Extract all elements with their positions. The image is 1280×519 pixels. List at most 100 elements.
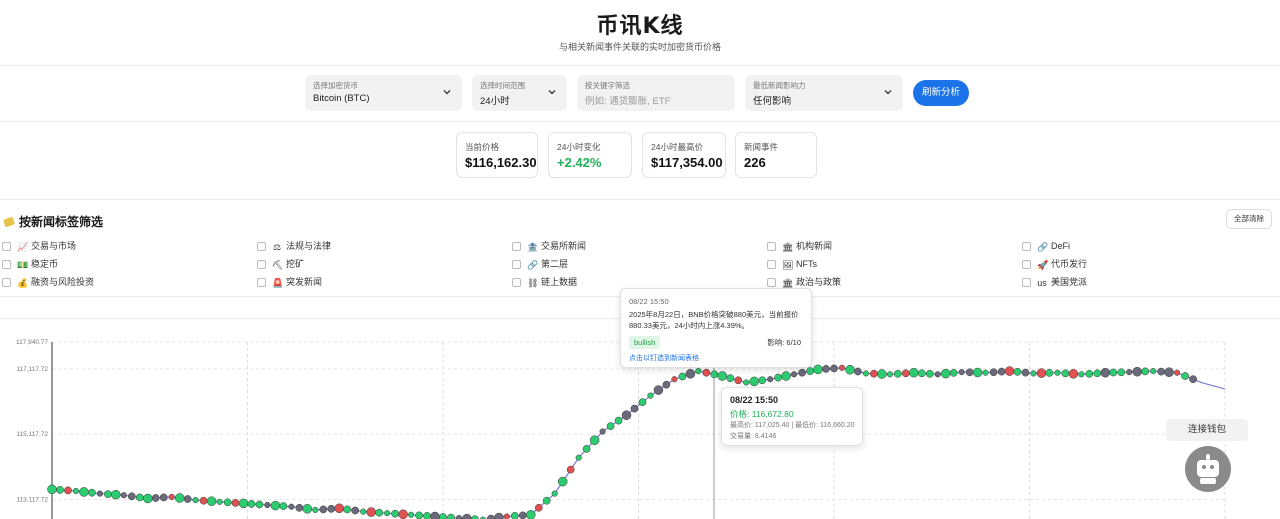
news-event-marker[interactable]	[159, 493, 168, 502]
news-event-marker[interactable]	[56, 486, 64, 494]
news-event-marker[interactable]	[366, 507, 376, 517]
news-event-marker[interactable]	[79, 487, 89, 497]
news-event-marker[interactable]	[630, 404, 639, 413]
news-event-marker[interactable]	[695, 368, 702, 375]
news-event-marker[interactable]	[104, 490, 112, 498]
news-event-marker[interactable]	[1004, 366, 1015, 376]
assistant-robot-button[interactable]	[1185, 446, 1231, 492]
news-event-marker[interactable]	[621, 410, 632, 420]
news-event-marker[interactable]	[989, 368, 998, 377]
news-event-marker[interactable]	[958, 369, 965, 376]
news-event-marker[interactable]	[925, 369, 934, 378]
news-event-marker[interactable]	[462, 513, 472, 519]
news-event-marker[interactable]	[1150, 368, 1157, 375]
news-event-marker[interactable]	[183, 495, 192, 503]
tag-checkbox[interactable]: 🏦 交易所新闻	[512, 239, 586, 253]
news-event-marker[interactable]	[734, 376, 743, 385]
tag-checkbox[interactable]: ⚖ 法规与法律	[257, 239, 331, 253]
news-event-marker[interactable]	[151, 494, 160, 502]
tag-checkbox[interactable]: 🚨 突发新闻	[257, 275, 322, 289]
news-event-marker[interactable]	[279, 502, 288, 510]
news-event-marker[interactable]	[1036, 368, 1047, 378]
news-event-marker[interactable]	[1061, 369, 1070, 378]
news-event-marker[interactable]	[398, 509, 408, 519]
checkbox[interactable]	[767, 260, 776, 270]
news-event-marker[interactable]	[135, 493, 144, 502]
news-event-marker[interactable]	[143, 493, 153, 504]
tag-checkbox[interactable]: ⛏ 挖矿	[257, 257, 304, 271]
news-event-marker[interactable]	[575, 454, 582, 461]
news-event-marker[interactable]	[423, 512, 431, 519]
news-event-marker[interactable]	[1126, 369, 1133, 376]
news-event-marker[interactable]	[726, 374, 735, 383]
crypto-select[interactable]: 选择加密货币 Bitcoin (BTC)	[305, 75, 462, 111]
pin-news-link[interactable]: 点击以钉选到新闻表格	[629, 353, 699, 363]
checkbox[interactable]	[257, 278, 266, 288]
news-event-marker[interactable]	[940, 368, 951, 379]
news-event-marker[interactable]	[1045, 369, 1054, 377]
news-event-marker[interactable]	[813, 364, 823, 375]
news-event-marker[interactable]	[582, 445, 591, 453]
news-event-marker[interactable]	[542, 496, 551, 505]
clear-all-button[interactable]: 全部清除	[1226, 209, 1272, 229]
news-event-marker[interactable]	[447, 513, 455, 519]
news-event-marker[interactable]	[589, 435, 600, 445]
news-event-marker[interactable]	[64, 486, 72, 495]
news-event-marker[interactable]	[767, 376, 774, 383]
news-event-marker[interactable]	[678, 372, 687, 381]
news-event-marker[interactable]	[192, 497, 199, 504]
news-event-marker[interactable]	[1109, 368, 1118, 377]
news-event-marker[interactable]	[384, 510, 391, 517]
news-event-marker[interactable]	[223, 498, 232, 507]
news-event-marker[interactable]	[551, 490, 558, 497]
news-event-marker[interactable]	[455, 515, 463, 519]
news-event-marker[interactable]	[534, 503, 543, 512]
news-event-marker[interactable]	[199, 496, 208, 505]
refresh-analysis-button[interactable]: 刷新分析	[913, 80, 969, 106]
news-event-marker[interactable]	[111, 489, 121, 500]
news-event-marker[interactable]	[965, 368, 974, 377]
news-event-marker[interactable]	[710, 370, 719, 379]
checkbox[interactable]	[512, 260, 521, 270]
news-event-marker[interactable]	[685, 369, 696, 379]
news-event-marker[interactable]	[638, 398, 647, 406]
news-event-marker[interactable]	[238, 498, 249, 509]
news-event-marker[interactable]	[862, 370, 869, 377]
news-event-marker[interactable]	[606, 422, 615, 430]
news-event-marker[interactable]	[1117, 368, 1126, 377]
news-event-marker[interactable]	[997, 367, 1006, 376]
tag-checkbox[interactable]: 🏛 机构新闻	[767, 239, 832, 253]
news-event-marker[interactable]	[255, 500, 264, 509]
news-event-marker[interactable]	[302, 504, 313, 514]
tag-checkbox[interactable]: ⛓ 链上数据	[512, 275, 577, 289]
tag-checkbox[interactable]: 🖼 NFTs	[767, 257, 817, 271]
news-event-marker[interactable]	[1100, 367, 1111, 378]
news-event-marker[interactable]	[127, 492, 136, 501]
checkbox[interactable]	[2, 242, 11, 252]
news-tooltip[interactable]: 08/22 15:50 2025年8月22日，BNB价格突破880美元，当前报价…	[620, 288, 812, 368]
news-event-marker[interactable]	[909, 367, 919, 378]
news-event-marker[interactable]	[360, 508, 367, 515]
news-event-marker[interactable]	[972, 367, 983, 378]
news-event-marker[interactable]	[327, 504, 336, 513]
news-event-marker[interactable]	[1078, 371, 1085, 378]
news-event-marker[interactable]	[749, 376, 759, 387]
news-event-marker[interactable]	[174, 493, 185, 503]
news-event-marker[interactable]	[216, 498, 223, 505]
news-event-marker[interactable]	[168, 493, 175, 500]
keyword-input[interactable]: 按关键字筛选 例如: 通货膨胀, ETF	[577, 75, 735, 111]
news-event-marker[interactable]	[72, 487, 79, 495]
news-event-marker[interactable]	[798, 368, 806, 377]
news-event-marker[interactable]	[494, 512, 504, 519]
news-event-marker[interactable]	[375, 508, 384, 517]
news-event-marker[interactable]	[781, 371, 791, 381]
news-event-marker[interactable]	[526, 510, 536, 519]
time-range-select[interactable]: 选择时间范围 24小时	[472, 75, 567, 111]
news-event-marker[interactable]	[791, 371, 798, 378]
news-event-marker[interactable]	[288, 503, 295, 510]
news-event-marker[interactable]	[806, 367, 814, 375]
news-event-marker[interactable]	[430, 511, 440, 519]
tag-checkbox[interactable]: 🔗 第二层	[512, 257, 568, 271]
news-event-marker[interactable]	[415, 511, 423, 519]
checkbox[interactable]	[512, 242, 521, 252]
